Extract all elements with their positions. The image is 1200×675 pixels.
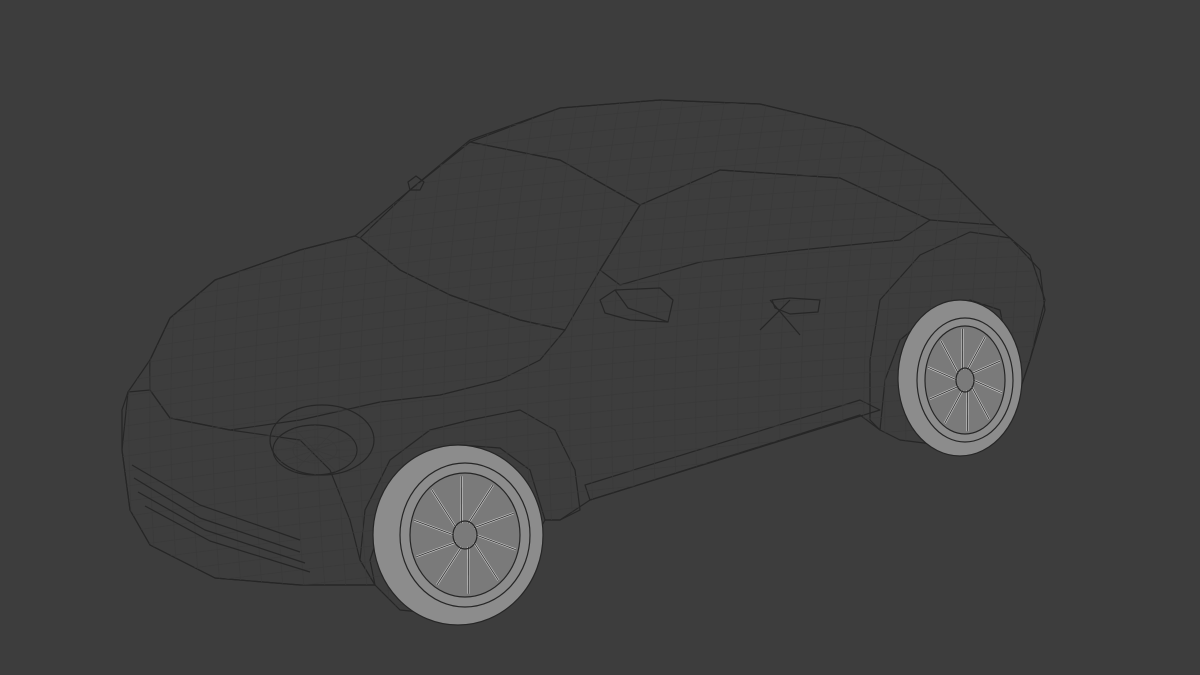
car-mesh[interactable] xyxy=(0,0,1200,675)
front-bumper xyxy=(121,389,376,586)
windshield xyxy=(359,141,641,331)
3d-viewport[interactable] xyxy=(0,0,1200,675)
front-wheel xyxy=(372,444,544,626)
hood xyxy=(149,235,566,431)
side-sill xyxy=(584,399,881,501)
rear-wheel xyxy=(897,299,1023,457)
